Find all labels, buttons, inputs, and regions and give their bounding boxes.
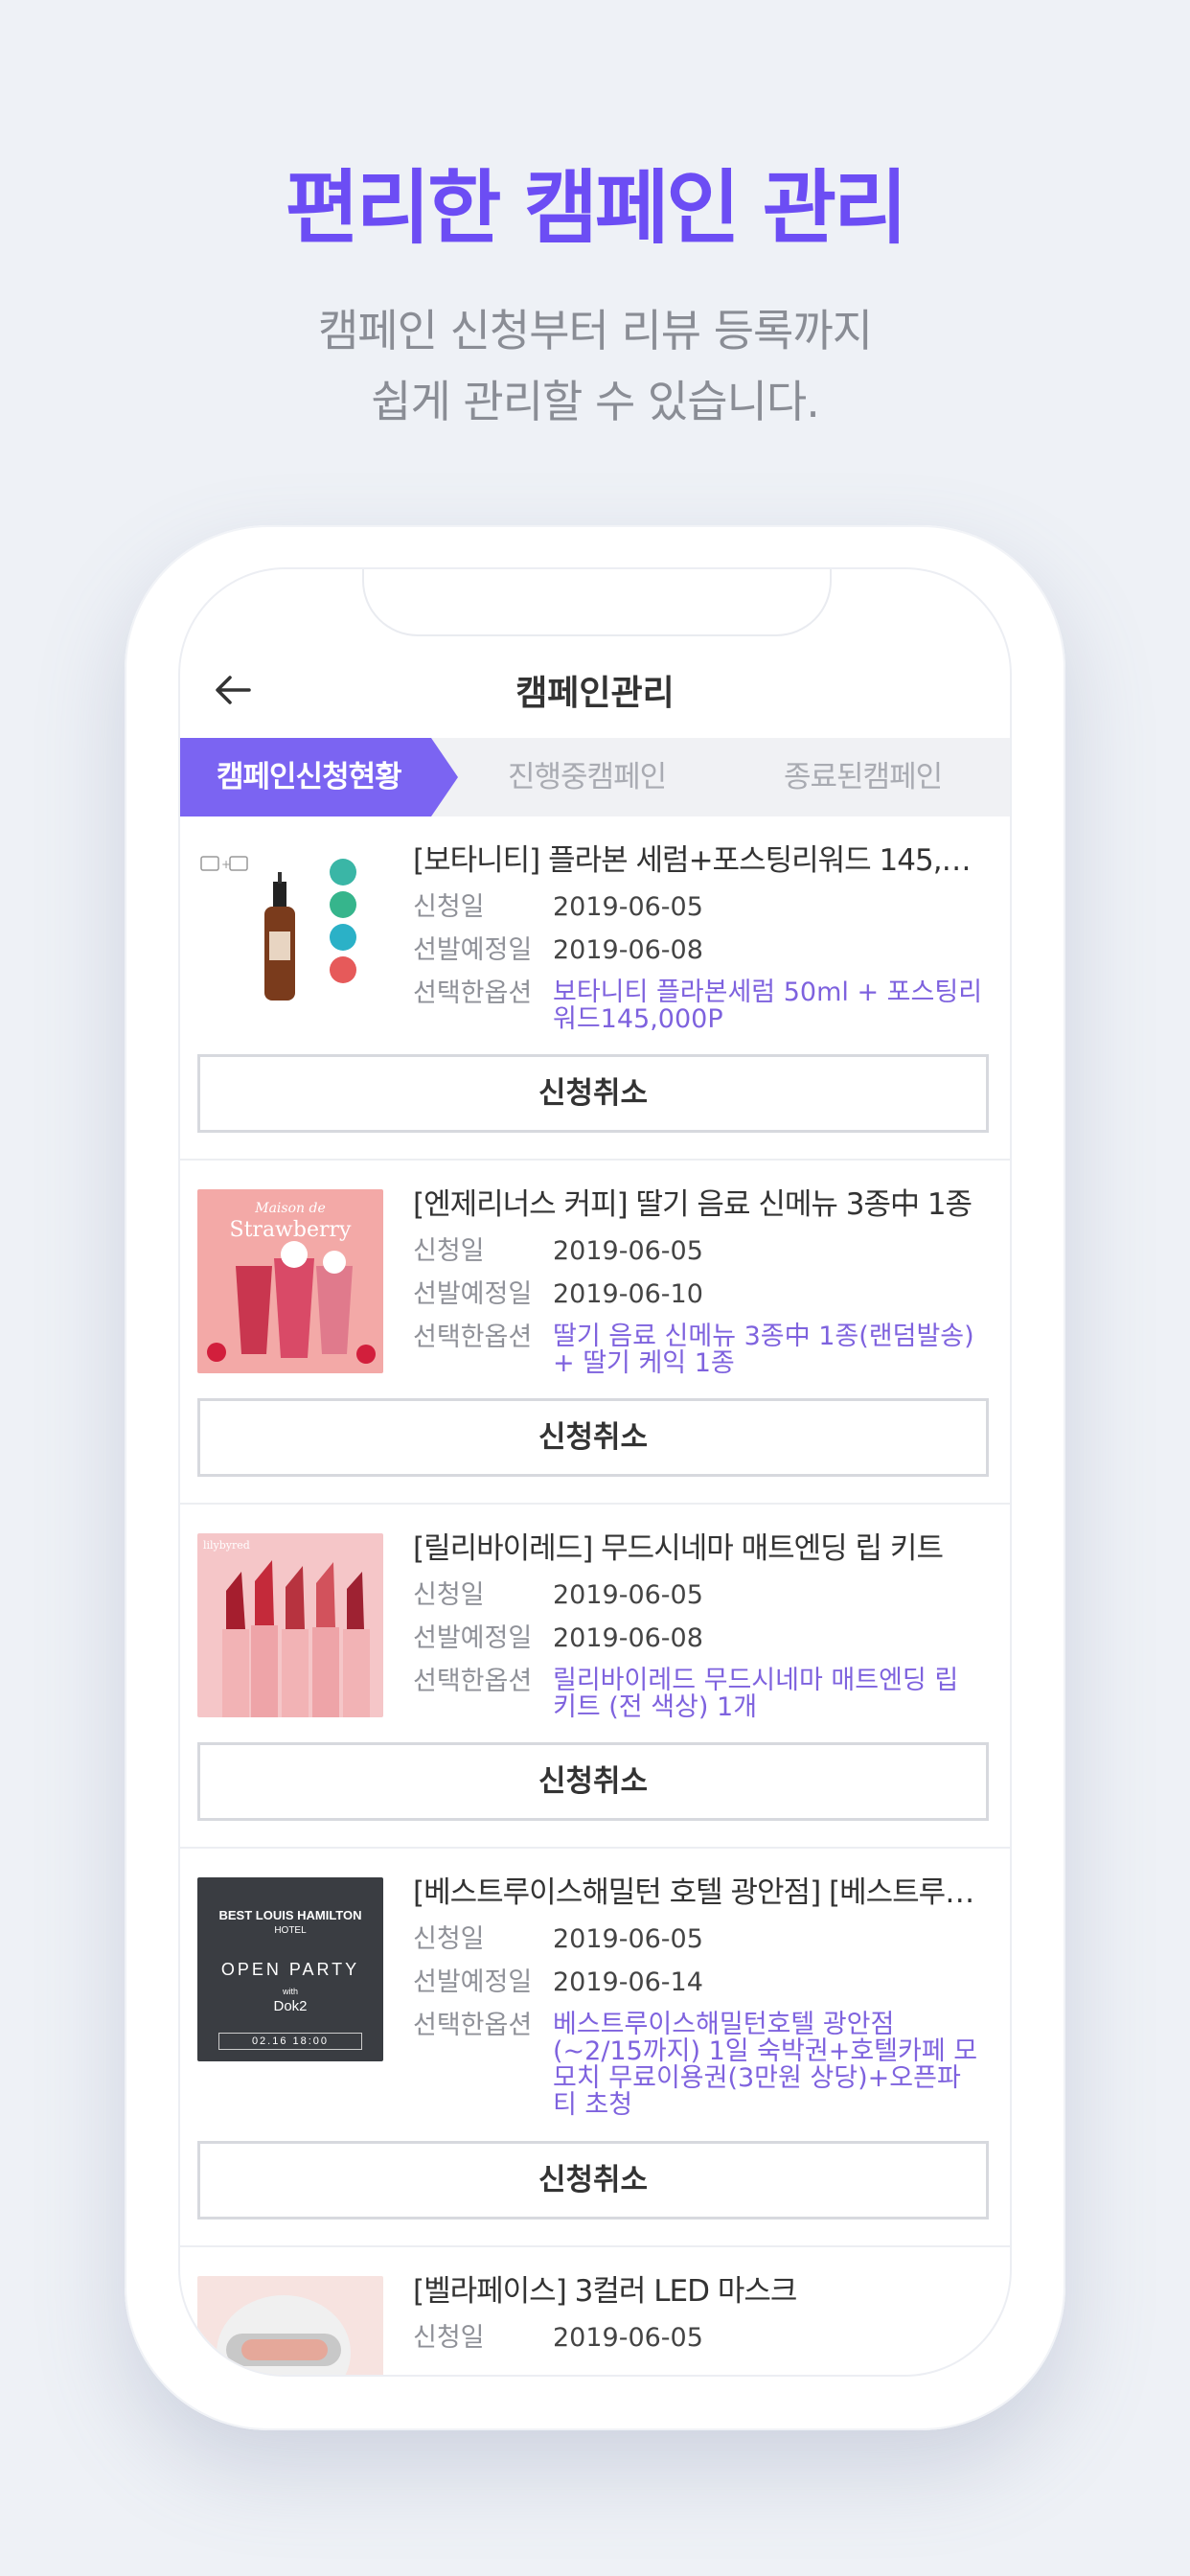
option-value: 보타니티 플라본세럼 50ml + 포스팅리워드145,000P	[553, 978, 983, 1034]
applied-date-value: 2019-06-05	[553, 1924, 703, 1954]
option-label: 선택한옵션	[413, 1667, 533, 1696]
applied-date-value: 2019-06-05	[553, 892, 703, 922]
applied-date-value: 2019-06-05	[553, 1580, 703, 1610]
product-thumbnail[interactable]: lilybyred	[197, 1533, 383, 1717]
cancel-application-button[interactable]: 신청취소	[197, 1742, 989, 1821]
thumb-with: with	[282, 1987, 298, 1996]
selection-date-label: 선발예정일	[413, 935, 533, 965]
hero-section: 편리한 캠페인 관리 캠페인 신청부터 리뷰 등록까지 쉽게 관리할 수 있습니…	[0, 0, 1190, 437]
selection-date-value: 2019-06-08	[553, 1623, 703, 1653]
applied-date-label: 신청일	[413, 1924, 485, 1954]
thumb-date: 02.16 18:00	[218, 2033, 362, 2050]
applied-date-value: 2019-06-05	[553, 1236, 703, 1266]
product-thumbnail[interactable]: +	[197, 845, 383, 1029]
option-value: 베스트루이스해밀턴호텔 광안점(~2/15까지) 1일 숙박권+호텔카페 모모치…	[553, 2010, 978, 2120]
hero-title: 편리한 캠페인 관리	[285, 161, 908, 255]
option-label: 선택한옵션	[413, 978, 533, 1008]
cancel-application-button[interactable]: 신청취소	[197, 2141, 989, 2220]
campaign-card: BEST LOUIS HAMILTON HOTEL OPEN PARTY wit…	[180, 1849, 1010, 2247]
phone-screen: 캠페인관리 캠페인신청현황 진행중캠페인 종료된캠페인 + [보타니티] 플라본…	[180, 569, 1010, 2375]
hero-subtitle-line1: 캠페인 신청부터 리뷰 등록까지	[317, 305, 873, 356]
thumb-dok2: Dok2	[273, 1998, 308, 2014]
option-label: 선택한옵션	[413, 2011, 533, 2040]
cancel-application-button[interactable]: 신청취소	[197, 1054, 989, 1133]
campaign-title[interactable]: [보타니티] 플라본 세럼+포스팅리워드 145,000P	[413, 836, 988, 879]
product-thumbnail[interactable]	[197, 2276, 383, 2375]
tab-ongoing[interactable]: 진행중캠페인	[508, 738, 667, 816]
serum-bottle-image: +	[200, 856, 356, 1000]
campaign-title[interactable]: [베스트루이스해밀턴 호텔 광안점] [베스트루이스해밀턴]	[413, 1868, 988, 1911]
tab-application-status[interactable]: 캠페인신청현황	[217, 738, 402, 816]
thumb-hotel-name: BEST LOUIS HAMILTON	[218, 1908, 362, 1922]
strawberry-drinks-image	[207, 1241, 376, 1364]
screen-title: 캠페인관리	[515, 674, 675, 713]
campaign-title[interactable]: [릴리바이레드] 무드시네마 매트엔딩 립 키트	[413, 1524, 988, 1567]
option-label: 선택한옵션	[413, 1322, 533, 1352]
selection-date-value: 2019-06-10	[553, 1279, 703, 1309]
campaign-card: lilybyred [릴리바이레드] 무드시네마 매트엔딩 립 키트 신청일 2…	[180, 1505, 1010, 1849]
campaign-list: + [보타니티] 플라본 세럼+포스팅리워드 145,000P 신청일 2019…	[180, 816, 1010, 2375]
applied-date-value: 2019-06-05	[553, 2323, 703, 2353]
product-thumbnail[interactable]: BEST LOUIS HAMILTON HOTEL OPEN PARTY wit…	[197, 1877, 383, 2061]
hero-subtitle: 캠페인 신청부터 리뷰 등록까지 쉽게 관리할 수 있습니다.	[0, 295, 1190, 437]
product-thumbnail[interactable]: Maison de Strawberry	[197, 1189, 383, 1373]
hero-subtitle-line2: 쉽게 관리할 수 있습니다.	[371, 376, 820, 427]
applied-date-label: 신청일	[413, 1236, 485, 1266]
selection-date-value: 2019-06-14	[553, 1967, 703, 1997]
tab-finished[interactable]: 종료된캠페인	[784, 738, 943, 816]
tab-bar: 캠페인신청현황 진행중캠페인 종료된캠페인	[180, 738, 1010, 816]
svg-text:+: +	[221, 858, 231, 871]
phone-notch	[362, 569, 832, 636]
lipstick-image	[222, 1560, 370, 1717]
applied-date-label: 신청일	[413, 2323, 485, 2353]
thumb-hotel-sub: HOTEL	[274, 1925, 307, 1936]
led-mask-image	[217, 2295, 351, 2375]
campaign-card: [벨라페이스] 3컬러 LED 마스크 신청일 2019-06-05	[180, 2247, 1010, 2375]
selection-date-label: 선발예정일	[413, 1279, 533, 1309]
applied-date-label: 신청일	[413, 892, 485, 922]
campaign-card: + [보타니티] 플라본 세럼+포스팅리워드 145,000P 신청일 2019…	[180, 816, 1010, 1161]
option-value: 딸기 음료 신메뉴 3종中 1종(랜덤발송) + 딸기 케익 1종	[553, 1322, 974, 1378]
campaign-card: Maison de Strawberry [엔제리너스 커피] 딸기 음료 신메…	[180, 1161, 1010, 1505]
campaign-title[interactable]: [벨라페이스] 3컬러 LED 마스크	[413, 2266, 988, 2310]
app-header: 캠페인관리	[180, 642, 1010, 738]
campaign-title[interactable]: [엔제리너스 커피] 딸기 음료 신메뉴 3종中 1종	[413, 1180, 988, 1223]
selection-date-value: 2019-06-08	[553, 935, 703, 965]
thumb-open-party: OPEN PARTY	[220, 1960, 360, 1979]
applied-date-label: 신청일	[413, 1580, 485, 1610]
selection-date-label: 선발예정일	[413, 1967, 533, 1997]
cancel-application-button[interactable]: 신청취소	[197, 1398, 989, 1477]
option-value: 릴리바이레드 무드시네마 매트엔딩 립 키트 (전 색상) 1개	[553, 1666, 959, 1722]
selection-date-label: 선발예정일	[413, 1623, 533, 1653]
